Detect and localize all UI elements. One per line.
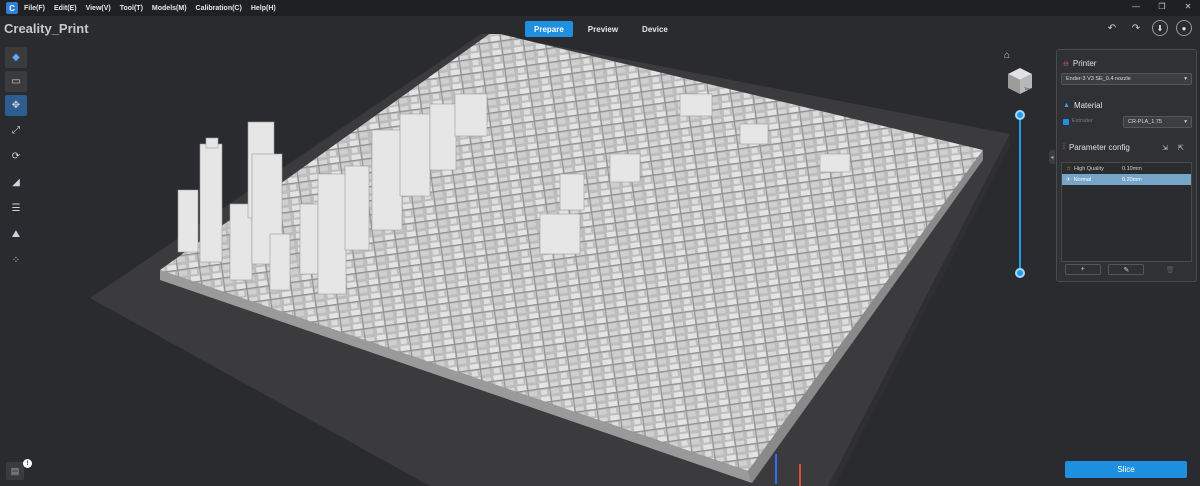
open-folder-icon[interactable]: ▭ <box>5 71 27 92</box>
tab-device[interactable]: Device <box>633 21 677 37</box>
lay-flat-icon[interactable]: ◢ <box>5 171 27 194</box>
account-icon[interactable]: ● <box>1176 20 1192 36</box>
support-icon[interactable]: ⛰ <box>5 223 27 246</box>
extruder-label: Extruder <box>1072 118 1093 124</box>
material-select-value: CR-PLA_1.75 <box>1128 119 1162 125</box>
mode-tabs: Prepare Preview Device <box>525 21 677 37</box>
message-log-icon[interactable]: ▤ <box>6 462 24 480</box>
profile-row-normal[interactable]: ✈ Normal 0.20mm <box>1062 174 1191 185</box>
profile-layer-height: 0.10mm <box>1122 165 1142 172</box>
chevron-down-icon: ▾ <box>1184 76 1187 82</box>
export-icon[interactable]: ⇱ <box>1178 144 1184 152</box>
objects-list-icon[interactable]: ☰ <box>5 197 27 220</box>
chevron-down-icon: ▾ <box>1184 119 1187 125</box>
move-icon[interactable]: ✥ <box>5 95 27 116</box>
minimize-icon[interactable]: — <box>1130 2 1142 11</box>
menu-file[interactable]: File(F) <box>24 5 45 12</box>
layer-slider-top-handle[interactable] <box>1015 110 1025 120</box>
extruder-checkbox[interactable] <box>1063 119 1069 125</box>
menu-view[interactable]: View(V) <box>86 5 111 12</box>
redo-icon[interactable]: ↷ <box>1128 23 1144 34</box>
menu-edit[interactable]: Edit(E) <box>54 5 77 12</box>
layer-slider-bottom-handle[interactable] <box>1015 268 1025 278</box>
import-icon[interactable]: ⇲ <box>1162 144 1168 152</box>
download-icon[interactable]: ⬇ <box>1152 20 1168 36</box>
quality-profile-list: ☆ High Quality 0.10mm ✈ Normal 0.20mm <box>1061 162 1192 262</box>
slice-button[interactable]: Slice <box>1065 461 1187 478</box>
app-title: Creality_Print <box>4 21 89 36</box>
menu-models[interactable]: Models(M) <box>152 5 187 12</box>
menu-calibration[interactable]: Calibration(C) <box>196 5 242 12</box>
printer-title: Printer <box>1072 59 1097 68</box>
parameter-section-title: ⁞ Parameter config <box>1063 143 1130 152</box>
settings-panel: ⊖ Printer Ender-3 V3 SE_0.4 nozzle ▾ ▲ M… <box>1056 49 1197 282</box>
edit-profile-button[interactable]: ✎ <box>1108 264 1145 275</box>
profile-row-high-quality[interactable]: ☆ High Quality 0.10mm <box>1062 163 1191 174</box>
profile-actions: + ✎ 🗑 <box>1061 264 1192 276</box>
profile-layer-height: 0.20mm <box>1122 176 1142 183</box>
material-title: Material <box>1073 101 1103 110</box>
printer-select-value: Ender-3 V3 SE_0.4 nozzle <box>1066 76 1131 82</box>
notification-badge: ! <box>23 459 32 468</box>
app-logo-icon: C <box>6 2 18 14</box>
menu-bar: C File(F) Edit(E) View(V) Tool(T) Models… <box>0 0 1200 16</box>
layer-slider[interactable] <box>1015 110 1025 278</box>
add-profile-button[interactable]: + <box>1064 264 1101 275</box>
scale-icon[interactable]: ⤢ <box>5 119 27 142</box>
printer-select[interactable]: Ender-3 V3 SE_0.4 nozzle ▾ <box>1061 73 1192 85</box>
undo-icon[interactable]: ↶ <box>1104 23 1120 34</box>
rotate-icon[interactable]: ⟳ <box>5 145 27 168</box>
cube-add-icon[interactable]: ◆ <box>5 47 27 68</box>
top-right-tools: ↶ ↷ ⬇ ● <box>1104 20 1192 36</box>
view-cube[interactable]: Top <box>1006 66 1034 96</box>
profile-name: Normal <box>1073 176 1092 183</box>
arrange-icon[interactable]: ⁘ <box>5 249 27 272</box>
material-section-title: ▲ Material <box>1063 101 1102 110</box>
profile-name: High Quality <box>1073 165 1104 172</box>
delete-profile-button[interactable]: 🗑 <box>1152 264 1188 275</box>
material-select[interactable]: CR-PLA_1.75 ▾ <box>1123 116 1192 128</box>
menu-tool[interactable]: Tool(T) <box>120 5 143 12</box>
rocket-icon: ✈ <box>1066 176 1071 183</box>
window-controls: — ❐ ✕ <box>1130 2 1194 11</box>
printer-section-title: ⊖ Printer <box>1063 59 1096 68</box>
3d-viewport[interactable] <box>0 32 1055 486</box>
tab-preview[interactable]: Preview <box>579 21 627 37</box>
tab-prepare[interactable]: Prepare <box>525 21 573 37</box>
home-view-icon[interactable]: ⌂ <box>1004 50 1010 61</box>
parameter-icon: ⁞ <box>1063 144 1065 151</box>
restore-icon[interactable]: ❐ <box>1156 2 1168 11</box>
material-icon: ▲ <box>1063 102 1070 109</box>
build-plate-scene <box>90 32 1010 486</box>
view-cube-label: Top <box>1024 86 1031 91</box>
parameter-title: Parameter config <box>1068 143 1130 152</box>
menu-help[interactable]: Help(H) <box>251 5 276 12</box>
layer-slider-track <box>1019 113 1021 273</box>
star-icon: ☆ <box>1066 165 1071 172</box>
close-icon[interactable]: ✕ <box>1182 2 1194 11</box>
left-toolbar: ◆ ▭ ✥ ⤢ ⟳ ◢ ☰ ⛰ ⁘ <box>5 47 27 272</box>
collapse-panel-icon[interactable]: ◂ <box>1049 150 1055 164</box>
printer-icon: ⊖ <box>1063 60 1069 68</box>
